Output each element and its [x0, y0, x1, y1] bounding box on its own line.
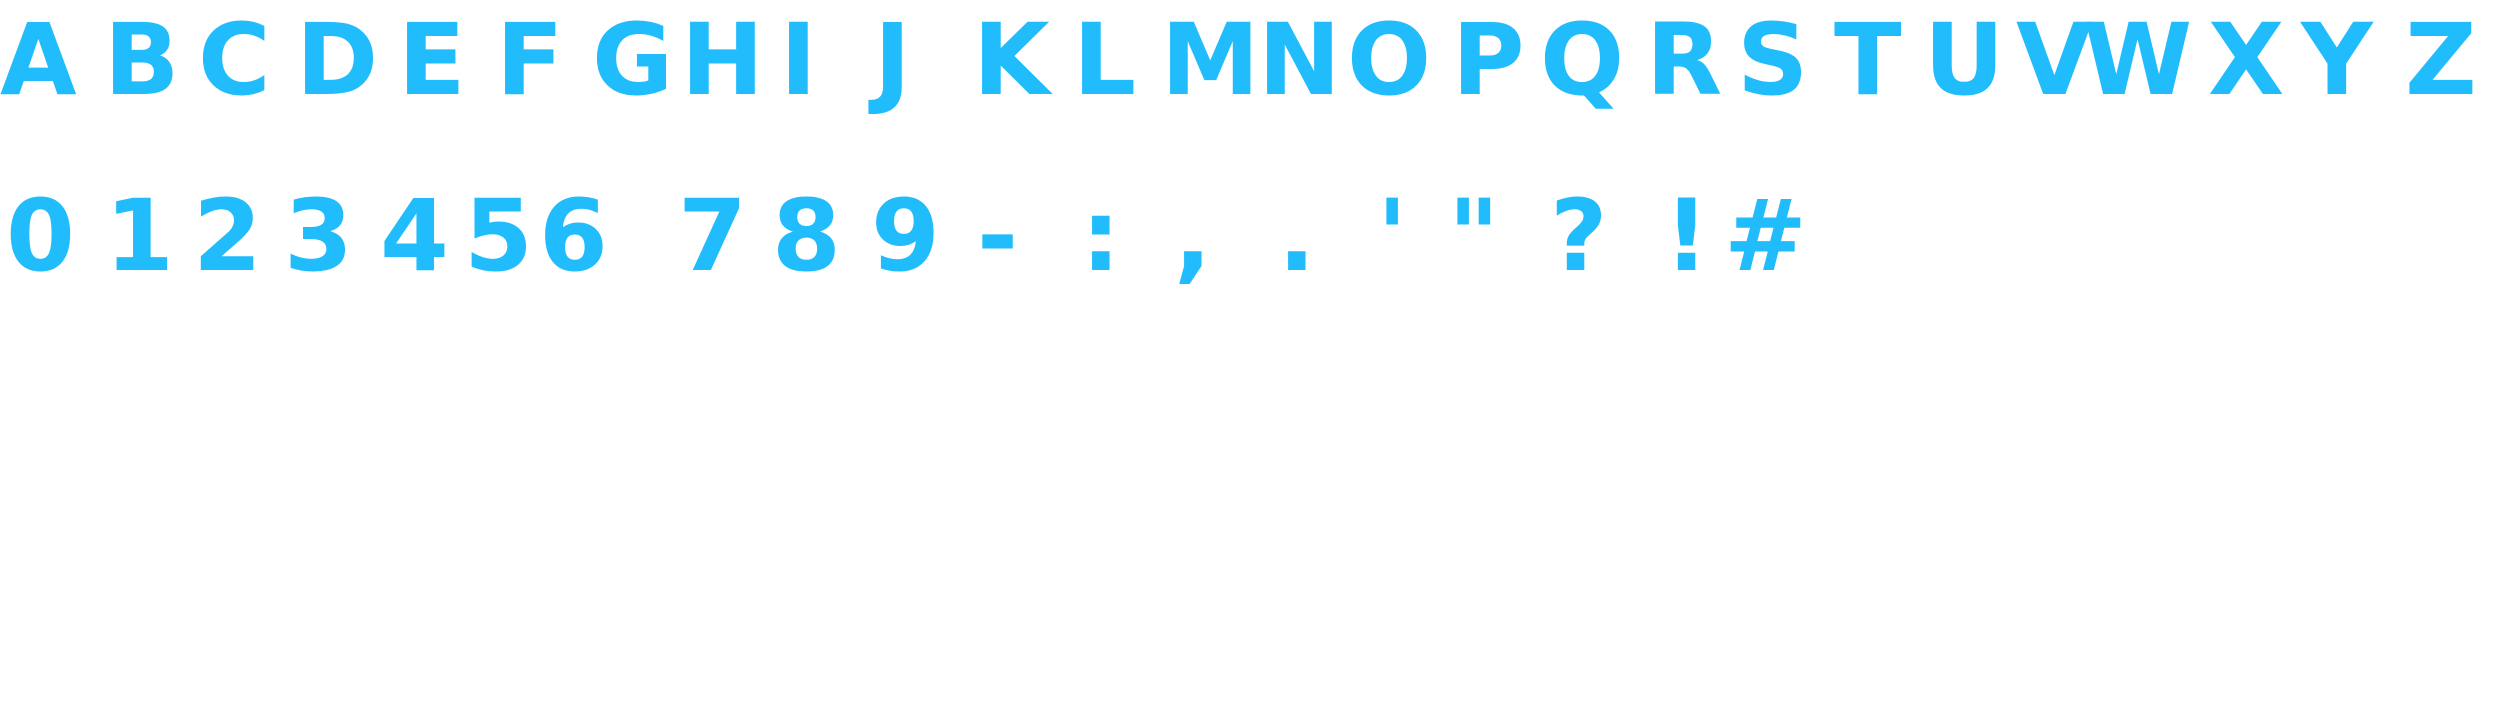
glyph-digit-5: 5	[464, 179, 533, 294]
glyph-letter-f: F	[496, 3, 564, 118]
glyph-letter-y: Y	[2301, 3, 2373, 118]
glyph-specimen-sheet: A B C D E F G H I J K L M N O P Q R S T …	[0, 0, 2496, 703]
glyph-digit-2: 2	[193, 179, 262, 294]
glyph-hash: #	[1724, 179, 1807, 294]
glyph-period: .	[1278, 179, 1316, 294]
glyph-letter-n: N	[1258, 3, 1341, 118]
glyph-letter-g: G	[592, 3, 674, 118]
glyph-letter-x: X	[2208, 3, 2285, 118]
glyph-letter-j: J	[874, 3, 911, 118]
glyph-letter-w: W	[2083, 3, 2193, 118]
uppercase-letters-row: A B C D E F G H I J K L M N O P Q R S T …	[0, 3, 2496, 118]
glyph-colon: :	[1081, 179, 1121, 294]
glyph-letter-i: I	[780, 3, 817, 118]
glyph-letter-d: D	[296, 3, 379, 118]
glyph-question-mark: ?	[1550, 179, 1608, 294]
glyph-double-quote: "	[1448, 179, 1500, 294]
glyph-exclamation: !	[1664, 179, 1710, 294]
glyph-letter-u: U	[1924, 3, 2005, 118]
glyph-digit-7: 7	[678, 179, 747, 294]
glyph-digit-4: 4	[380, 179, 449, 294]
glyph-letter-m: M	[1161, 3, 1260, 118]
glyph-letter-t: T	[1834, 3, 1902, 118]
glyph-letter-z: Z	[2405, 3, 2477, 118]
glyph-letter-r: R	[1646, 3, 1723, 118]
glyph-apostrophe: '	[1377, 179, 1408, 294]
glyph-hyphen: -	[977, 179, 1019, 294]
glyph-letter-s: S	[1737, 3, 1809, 118]
glyph-letter-p: P	[1452, 3, 1525, 118]
glyph-digit-0: 0	[6, 179, 75, 294]
digits-and-punctuation-row: 0 1 2 3 4 5 6 7 8 9 - : , . ' " ? ! #	[0, 179, 2496, 294]
glyph-letter-k: K	[973, 3, 1050, 118]
glyph-letter-c: C	[198, 3, 271, 118]
glyph-comma: ,	[1174, 179, 1212, 294]
glyph-letter-q: Q	[1540, 3, 1625, 118]
glyph-digit-9: 9	[871, 179, 940, 294]
glyph-letter-a: A	[0, 3, 77, 118]
glyph-digit-1: 1	[105, 179, 174, 294]
glyph-digit-8: 8	[772, 179, 841, 294]
glyph-digit-6: 6	[539, 179, 608, 294]
glyph-letter-v: V	[2016, 3, 2093, 118]
glyph-letter-h: H	[681, 3, 764, 118]
glyph-letter-l: L	[1073, 3, 1137, 118]
glyph-letter-o: O	[1347, 3, 1432, 118]
glyph-letter-e: E	[398, 3, 466, 118]
glyph-letter-b: B	[104, 3, 180, 118]
glyph-digit-3: 3	[284, 179, 353, 294]
